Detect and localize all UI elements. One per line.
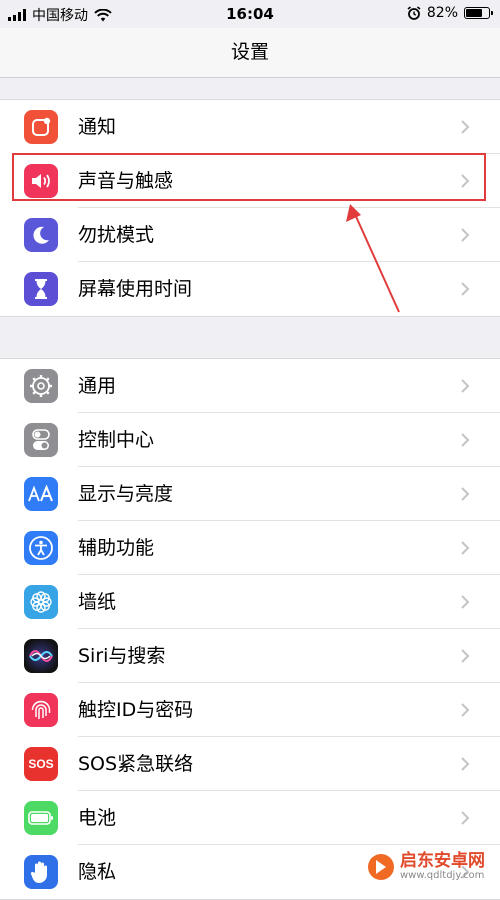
watermark-url: www.qdltdjy.com <box>400 869 485 881</box>
watermark-title: 启东安卓网 <box>400 850 485 871</box>
watermark-logo-icon <box>368 854 394 880</box>
site-watermark: 启东安卓网 www.qdltdjy.com <box>366 850 498 884</box>
annotation-arrow <box>346 204 400 313</box>
